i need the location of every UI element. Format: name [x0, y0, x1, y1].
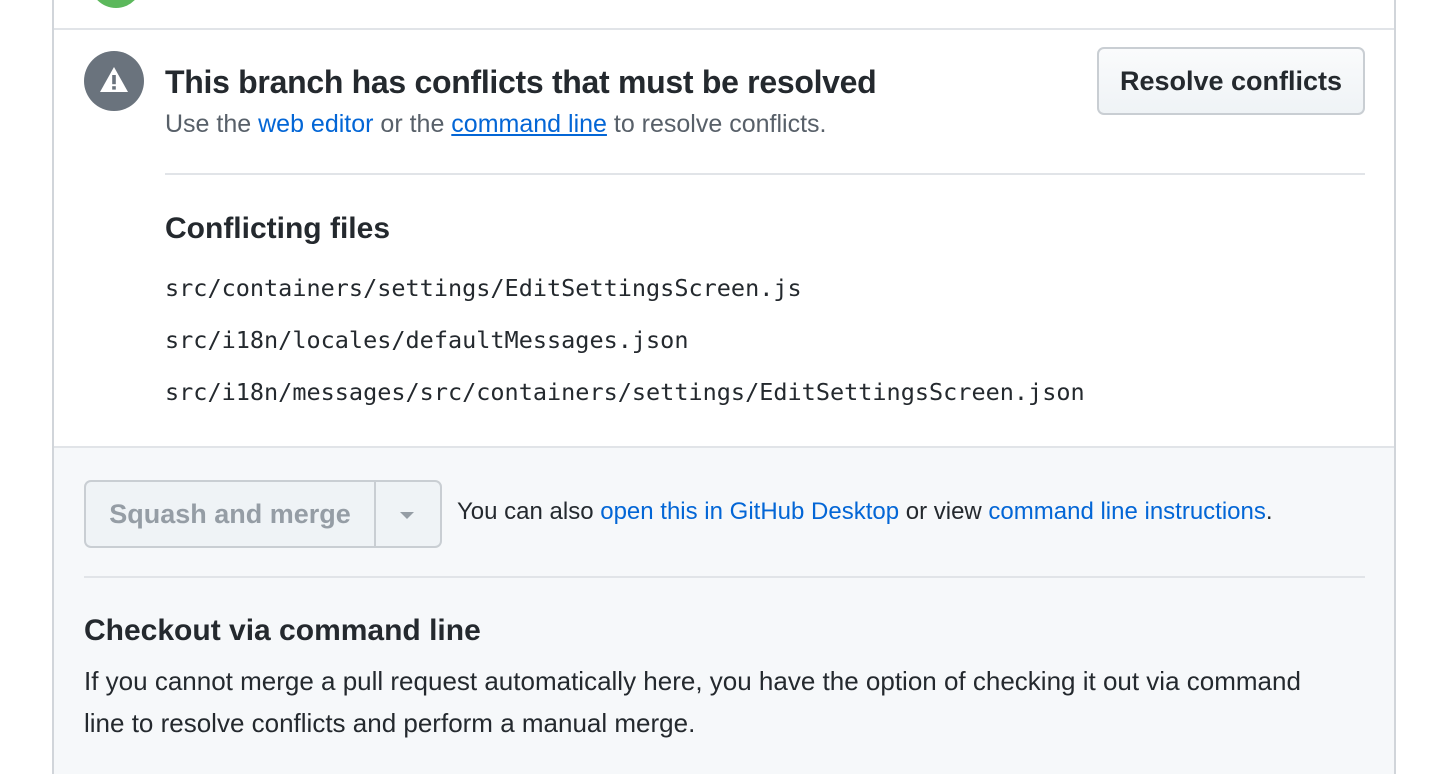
divider — [84, 576, 1365, 578]
web-editor-link[interactable]: web editor — [258, 110, 373, 138]
squash-and-merge-button[interactable]: Squash and merge — [86, 482, 376, 546]
conflicting-file: src/i18n/locales/defaultMessages.json — [165, 326, 689, 354]
also-prefix: You can also — [457, 498, 601, 525]
checkout-description: If you cannot merge a pull request autom… — [84, 666, 1301, 738]
alert-icon — [84, 51, 144, 111]
divider — [54, 28, 1394, 30]
conflict-sub-mid: or the — [373, 110, 452, 138]
checkout-title: Checkout via command line — [84, 614, 481, 647]
merge-alternatives-text: You can also open this in GitHub Desktop… — [457, 498, 1273, 526]
also-mid: or view — [899, 498, 989, 525]
merge-box: This branch has conflicts that must be r… — [52, 0, 1396, 774]
resolve-conflicts-button[interactable]: Resolve conflicts — [1097, 47, 1365, 115]
conflict-sub-prefix: Use the — [165, 110, 259, 138]
conflicting-files-title: Conflicting files — [165, 212, 390, 245]
conflict-title: This branch has conflicts that must be r… — [165, 64, 877, 100]
command-line-link[interactable]: command line — [451, 110, 607, 138]
conflicting-file: src/containers/settings/EditSettingsScre… — [165, 274, 802, 302]
github-desktop-link[interactable]: open this in GitHub Desktop — [600, 498, 899, 525]
check-status-icon — [90, 0, 142, 8]
command-line-instructions-link[interactable]: command line instructions — [988, 498, 1265, 525]
caret-down-icon — [400, 512, 414, 519]
merge-method-dropdown[interactable] — [376, 482, 440, 546]
conflict-subtitle: Use the web editor or the command line t… — [165, 110, 826, 139]
also-suffix: . — [1265, 498, 1273, 525]
merge-button-group: Squash and merge — [84, 480, 442, 548]
conflict-sub-suffix: to resolve conflicts. — [606, 110, 827, 138]
merge-section: Squash and merge You can also open this … — [54, 446, 1394, 774]
divider — [165, 173, 1365, 175]
conflicting-file: src/i18n/messages/src/containers/setting… — [165, 378, 1085, 406]
